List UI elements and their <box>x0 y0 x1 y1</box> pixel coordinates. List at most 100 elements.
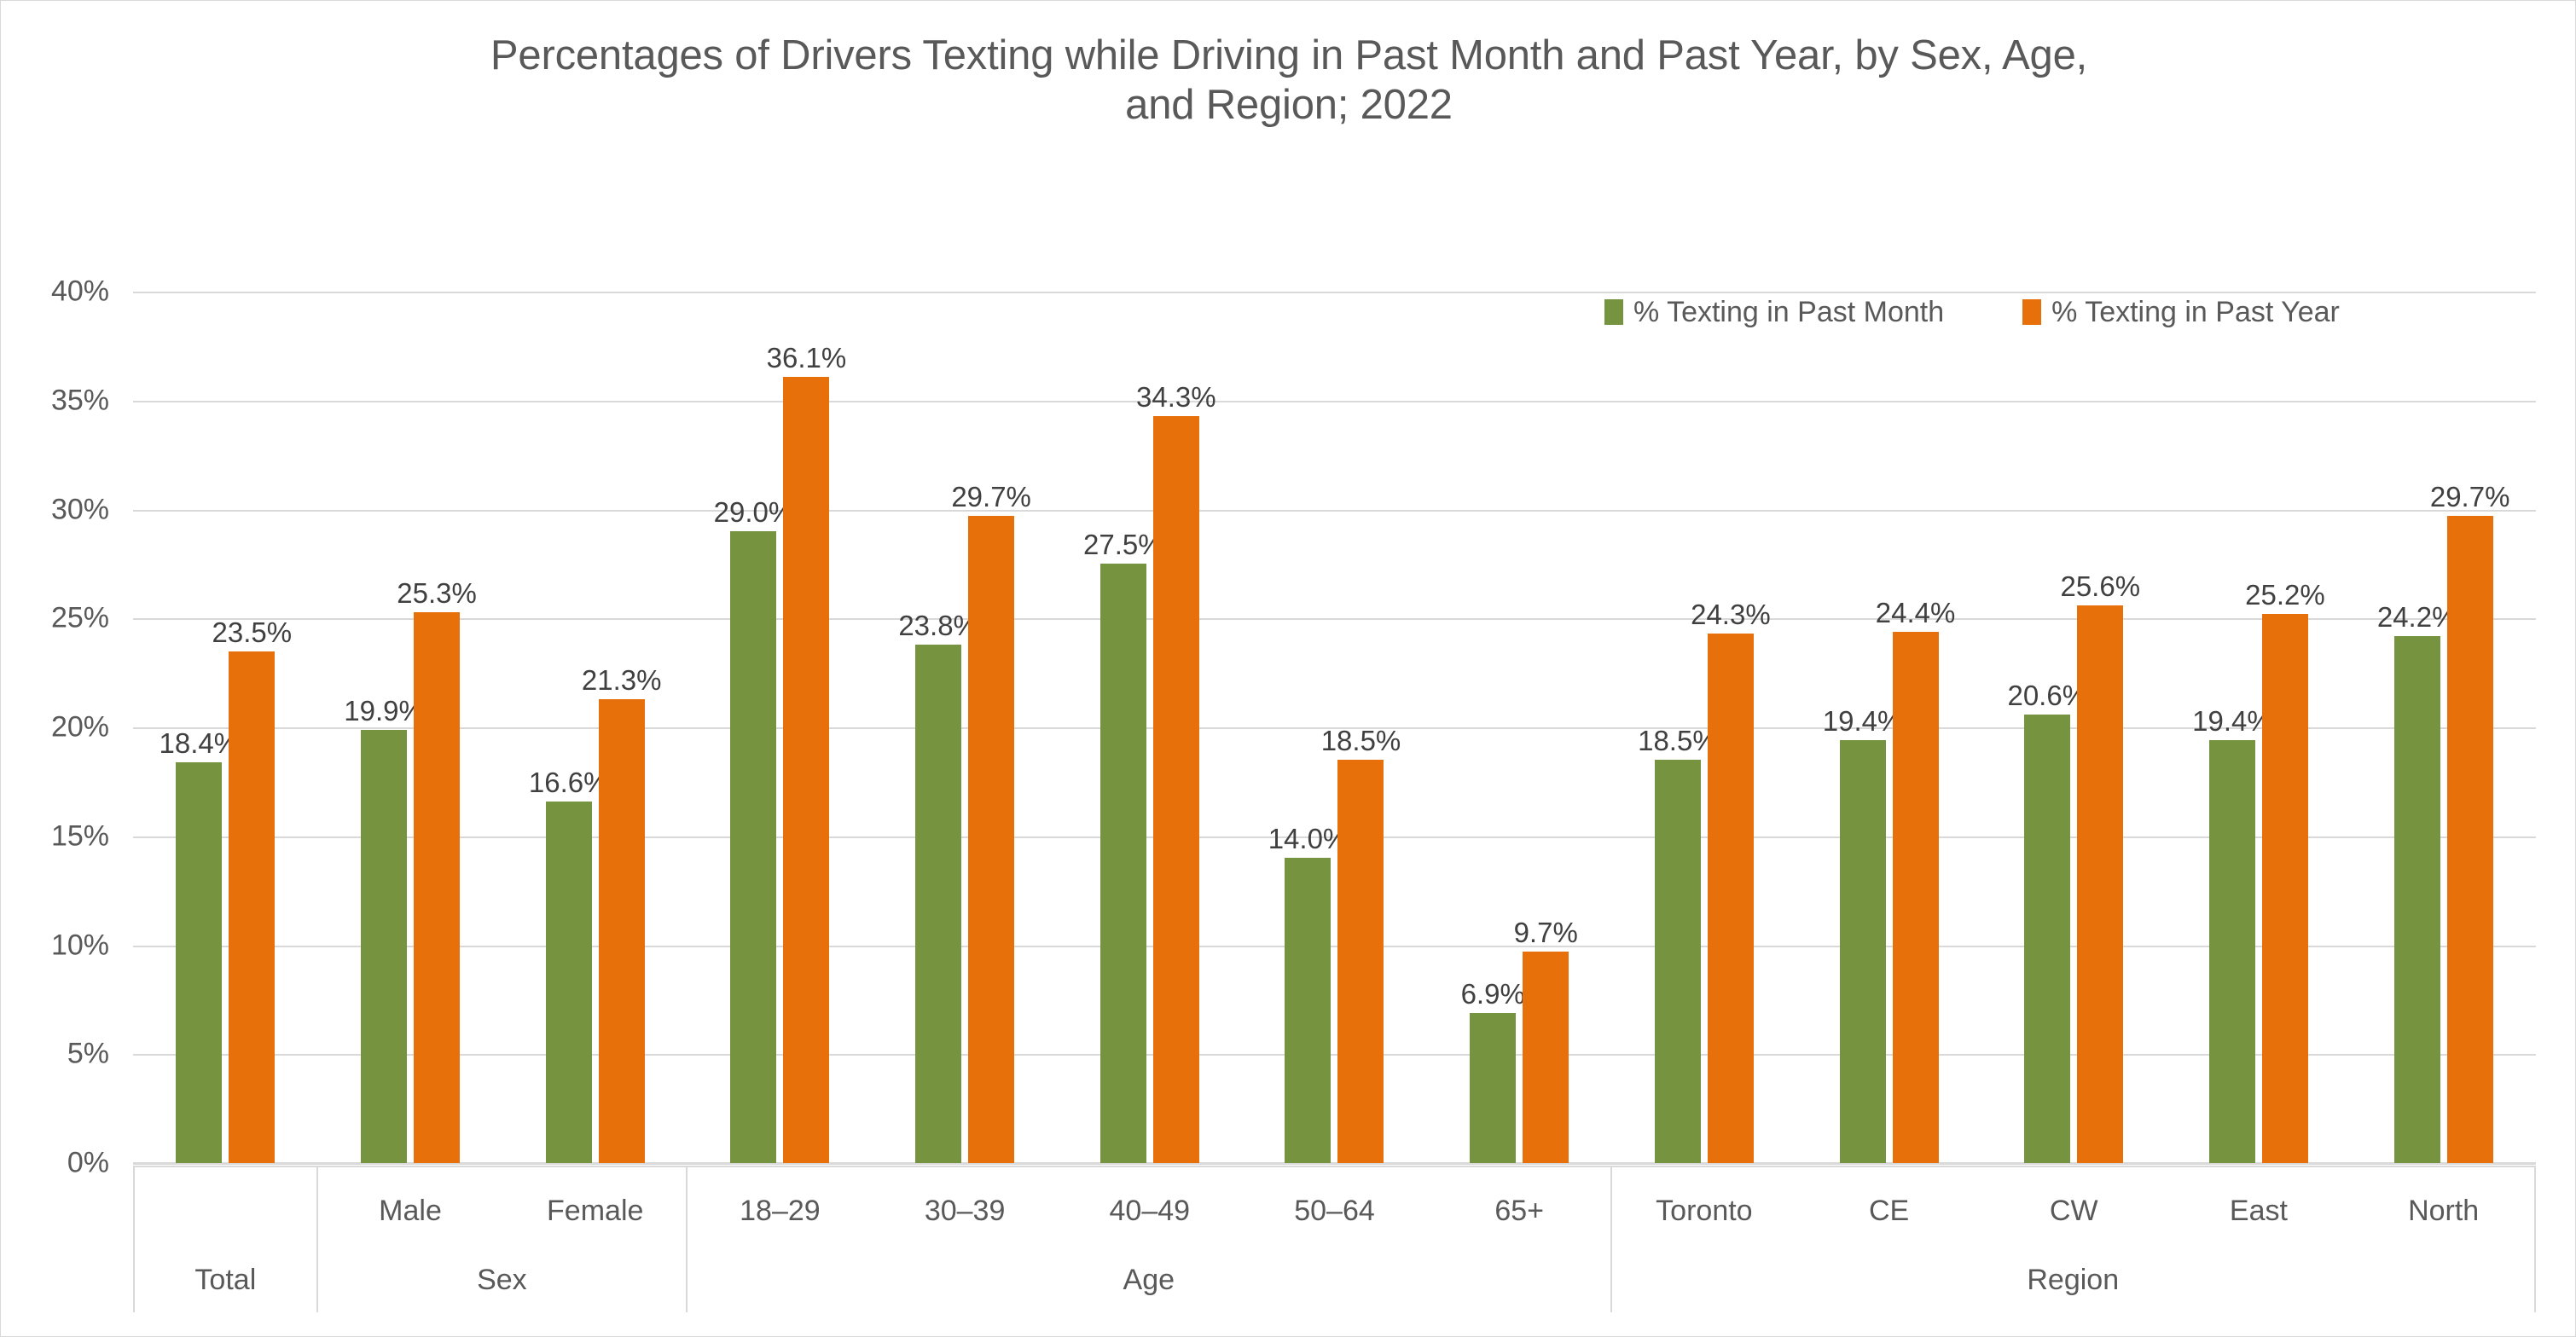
bar-pair: 16.6% 21.3% <box>529 292 662 1163</box>
x-axis-category-label: East <box>2229 1195 2288 1227</box>
bar-pair: 18.4% 23.5% <box>160 292 292 1163</box>
axis-group-cell: Toronto CE CW East North Region <box>1612 1167 2536 1312</box>
y-axis-tick-label: 40% <box>50 275 109 308</box>
bar-value-label: 18.4% <box>159 726 240 759</box>
bar-group: 18.4% 23.5% <box>133 292 318 1163</box>
bar-group: 19.4% 24.4% <box>1796 292 1981 1163</box>
bar-past-year[interactable]: 9.7% <box>1514 918 1578 1163</box>
y-axis-tick-label: 10% <box>50 929 109 961</box>
bar-value-label: 18.5% <box>1638 725 1718 757</box>
bar-past-year[interactable]: 29.7% <box>951 483 1031 1163</box>
bar-past-month[interactable]: 19.4% <box>1823 707 1902 1163</box>
x-axis-category-label: Male <box>379 1195 442 1227</box>
bar-value-label: 29.0% <box>713 496 794 529</box>
bar-past-month[interactable]: 18.5% <box>1638 726 1718 1163</box>
bar-past-year[interactable]: 18.5% <box>1321 726 1401 1163</box>
y-axis-tick-label: 20% <box>50 710 109 744</box>
bar-past-month[interactable]: 18.4% <box>160 729 239 1163</box>
bar-past-year[interactable]: 34.3% <box>1136 383 1216 1163</box>
bar-past-month[interactable]: 27.5% <box>1083 530 1163 1163</box>
bar-value-label: 24.2% <box>2376 600 2457 633</box>
x-axis-category-label: Female <box>547 1195 644 1227</box>
category-axis-table: Total Male Female Sex 18–29 30–39 40–49 50–64 65… <box>133 1166 2536 1312</box>
bar-pair: 18.5% 24.3% <box>1638 292 1771 1163</box>
x-axis-group-label: Sex <box>477 1264 527 1296</box>
bar-past-month[interactable]: 24.2% <box>2377 603 2457 1163</box>
bar-past-month[interactable]: 16.6% <box>529 768 609 1163</box>
bar-group: 19.9% 25.3% <box>318 292 503 1163</box>
bar-past-month[interactable]: 20.6% <box>2007 681 2087 1163</box>
bar-pair: 14.0% 18.5% <box>1268 292 1401 1163</box>
bar-value-label: 29.7% <box>2429 481 2510 513</box>
bar-group: 18.5% 24.3% <box>1612 292 1797 1163</box>
bar-value-label: 19.9% <box>344 694 424 726</box>
bar-pair: 27.5% 34.3% <box>1083 292 1216 1163</box>
bar-pair: 20.6% 25.6% <box>2007 292 2140 1163</box>
bar-group: 6.9% 9.7% <box>1427 292 1612 1163</box>
bar-value-label: 27.5% <box>1083 529 1163 561</box>
x-axis-category-label: CW <box>2049 1195 2098 1227</box>
bar-value-label: 24.3% <box>1691 599 1771 631</box>
x-axis-category-label: 40–49 <box>1109 1195 1191 1227</box>
bar-past-year[interactable]: 24.4% <box>1876 599 1955 1163</box>
bar-past-year[interactable]: 23.5% <box>212 618 292 1163</box>
bar-past-year[interactable]: 24.3% <box>1691 600 1771 1163</box>
bar-value-label: 19.4% <box>1822 705 1903 738</box>
bar-value-label: 19.4% <box>2192 705 2272 738</box>
bar-value-label: 9.7% <box>1513 917 1578 949</box>
bar-past-year[interactable]: 25.6% <box>2060 572 2140 1163</box>
bar-value-label: 6.9% <box>1460 977 1525 1010</box>
bar-group: 29.0% 36.1% <box>688 292 873 1163</box>
bar-group: 20.6% 25.6% <box>1981 292 2167 1163</box>
x-axis-group-label: Total <box>194 1264 257 1296</box>
bar-value-label: 24.4% <box>1875 596 1956 628</box>
bar-value-label: 25.3% <box>397 576 477 609</box>
x-axis-category-label: Toronto <box>1656 1195 1753 1227</box>
bar-pair: 19.9% 25.3% <box>344 292 477 1163</box>
x-axis-category-label: CE <box>1868 1195 1910 1227</box>
chart-container: Percentages of Drivers Texting while Dri… <box>0 0 2576 1337</box>
y-axis-tick-label: 0% <box>67 1146 109 1179</box>
x-axis-group-label: Region <box>2027 1264 2120 1296</box>
bar-pair: 19.4% 24.4% <box>1823 292 1955 1163</box>
bar-past-year[interactable]: 25.3% <box>397 579 477 1163</box>
bar-pair: 29.0% 36.1% <box>714 292 846 1163</box>
x-axis-group-label: Age <box>1123 1264 1175 1296</box>
bar-pair: 24.2% 29.7% <box>2377 292 2509 1163</box>
bar-past-year[interactable]: 36.1% <box>767 344 846 1163</box>
bar-past-year[interactable]: 29.7% <box>2430 483 2509 1163</box>
bar-pair: 23.8% 29.7% <box>898 292 1031 1163</box>
y-axis-tick-label: 35% <box>50 384 109 417</box>
bar-pair: 19.4% 25.2% <box>2192 292 2325 1163</box>
bar-value-label: 25.6% <box>2060 570 2141 602</box>
bar-value-label: 23.5% <box>212 616 293 648</box>
bar-group: 24.2% 29.7% <box>2351 292 2536 1163</box>
x-axis-category-label: 65+ <box>1494 1195 1545 1227</box>
x-axis-category-label: 30–39 <box>924 1195 1006 1227</box>
bar-group: 16.6% 21.3% <box>502 292 688 1163</box>
y-axis-tick-label: 25% <box>50 601 109 634</box>
bar-past-month[interactable]: 6.9% <box>1461 980 1525 1163</box>
bar-past-month[interactable]: 23.8% <box>898 611 978 1163</box>
chart-title: Percentages of Drivers Texting while Dri… <box>490 32 2088 128</box>
bar-past-year[interactable]: 25.2% <box>2245 581 2325 1163</box>
x-axis-category-label: 18–29 <box>740 1195 821 1227</box>
bar-value-label: 18.5% <box>1320 725 1401 757</box>
axis-group-cell: Male Female Sex <box>318 1167 688 1312</box>
x-axis-category-label: North <box>2408 1195 2480 1227</box>
bar-value-label: 14.0% <box>1268 823 1349 855</box>
bar-group: 19.4% 25.2% <box>2167 292 2352 1163</box>
bar-value-label: 25.2% <box>2245 579 2325 611</box>
bar-past-month[interactable]: 19.9% <box>344 697 424 1163</box>
bar-value-label: 36.1% <box>766 341 847 373</box>
bar-value-label: 34.3% <box>1136 380 1216 413</box>
y-axis-tick-label: 15% <box>50 819 109 853</box>
bar-past-year[interactable]: 21.3% <box>582 666 662 1163</box>
axis-group-cell: Total <box>133 1167 318 1312</box>
bar-past-month[interactable]: 29.0% <box>714 498 793 1163</box>
bar-past-month[interactable]: 14.0% <box>1268 825 1348 1163</box>
axis-group-cell: 18–29 30–39 40–49 50–64 65+ Age <box>688 1167 1612 1312</box>
bar-series-container: 18.4% 23.5% 19.9% 25.3% 16.6% 21.3% 29.0% 36.1%… <box>133 292 2536 1163</box>
bar-value-label: 20.6% <box>2007 679 2088 711</box>
bar-past-month[interactable]: 19.4% <box>2192 707 2272 1163</box>
